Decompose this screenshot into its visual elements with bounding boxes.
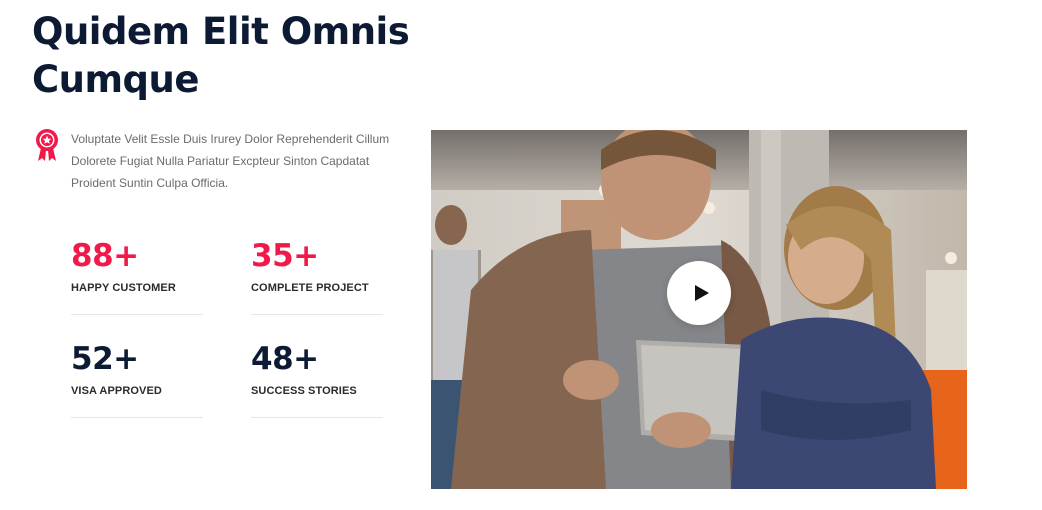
section-title: Quidem Elit Omnis Cumque <box>32 10 410 101</box>
stat-label: HAPPY CUSTOMER <box>71 282 176 294</box>
stat-complete-project: 35+ COMPLETE PROJECT <box>251 234 383 337</box>
about-section: Quidem Elit Omnis Cumque Voluptate Velit… <box>0 0 1042 510</box>
stat-value: 88+ <box>71 238 139 274</box>
stat-value: 35+ <box>251 238 319 274</box>
play-icon <box>695 285 709 301</box>
stat-divider <box>251 417 383 418</box>
award-ribbon-icon <box>36 129 58 161</box>
stat-label: SUCCESS STORIES <box>251 385 357 397</box>
intro-text: Voluptate Velit Essle Duis Irurey Dolor … <box>71 132 390 190</box>
intro-block: Voluptate Velit Essle Duis Irurey Dolor … <box>34 128 404 194</box>
stat-visa-approved: 52+ VISA APPROVED <box>71 337 203 440</box>
play-button[interactable] <box>667 261 731 325</box>
stat-label: COMPLETE PROJECT <box>251 282 369 294</box>
stat-divider <box>251 314 383 315</box>
stat-value: 52+ <box>71 341 139 377</box>
stat-label: VISA APPROVED <box>71 385 162 397</box>
stats-grid: 88+ HAPPY CUSTOMER 35+ COMPLETE PROJECT … <box>71 234 391 440</box>
video-thumbnail[interactable] <box>431 130 967 489</box>
stat-success-stories: 48+ SUCCESS STORIES <box>251 337 383 440</box>
stat-divider <box>71 417 203 418</box>
stat-happy-customer: 88+ HAPPY CUSTOMER <box>71 234 203 337</box>
stat-divider <box>71 314 203 315</box>
stat-value: 48+ <box>251 341 319 377</box>
